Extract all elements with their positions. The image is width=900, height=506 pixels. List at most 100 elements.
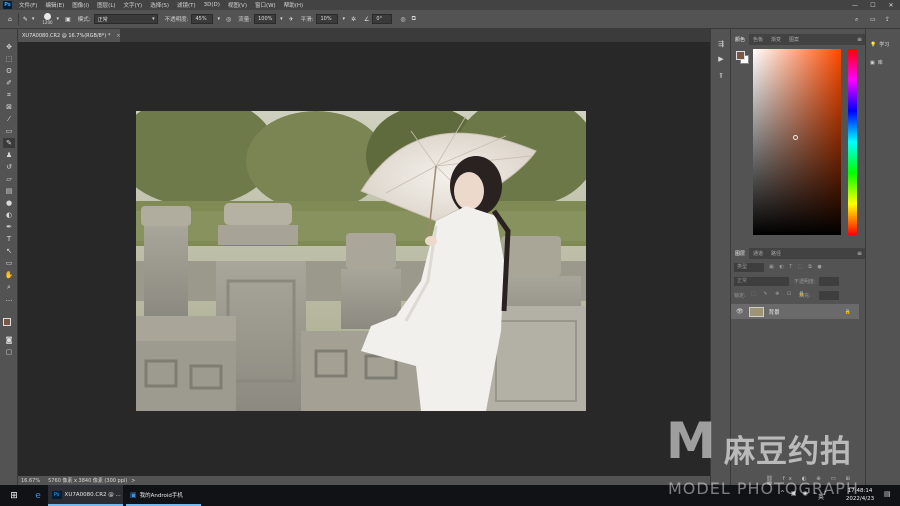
- dropdown-chevron-icon[interactable]: ▾: [217, 13, 220, 26]
- chevron-down-icon: ▾: [152, 16, 155, 22]
- layer-opacity-input[interactable]: [819, 277, 839, 286]
- menu-image[interactable]: 图像(I): [68, 1, 93, 9]
- gear-icon[interactable]: ✲: [351, 13, 356, 26]
- mode-select[interactable]: 正常 ▾: [93, 14, 158, 24]
- search-icon[interactable]: ⌕: [855, 13, 858, 26]
- flow-input[interactable]: 100%: [254, 14, 277, 24]
- document-image[interactable]: [136, 111, 586, 411]
- symmetry-icon[interactable]: ⧉: [412, 13, 416, 26]
- brush-tool-icon[interactable]: ✎: [3, 138, 15, 148]
- tab-swatches[interactable]: 色板: [749, 34, 767, 45]
- menu-view[interactable]: 视图(V): [224, 1, 251, 9]
- menu-edit[interactable]: 编辑(E): [41, 1, 68, 9]
- quick-mask-icon[interactable]: ◙: [3, 335, 15, 345]
- menu-window[interactable]: 窗口(W): [251, 1, 280, 9]
- menu-type[interactable]: 文字(Y): [120, 1, 147, 9]
- dropdown-chevron-icon[interactable]: ▾: [342, 13, 345, 26]
- healing-brush-tool-icon[interactable]: ▭: [3, 126, 15, 136]
- share-icon[interactable]: ⇪: [885, 13, 890, 26]
- taskbar-clock[interactable]: 17:48:14 2022/4/23: [840, 487, 880, 503]
- dodge-tool-icon[interactable]: ◐: [3, 210, 15, 220]
- frame-tool-icon[interactable]: ⊠: [3, 102, 15, 112]
- properties-panel-icon[interactable]: ⫪: [715, 71, 727, 81]
- layer-actions-icons[interactable]: ⛓ fx ◐ ⊕ ▭ ⊞ 🗑: [766, 476, 861, 488]
- taskbar-photoshop-app[interactable]: Ps XU7A0080.CR2 @ ...: [48, 485, 123, 506]
- layer-row-background[interactable]: 👁 背景 🔒: [731, 304, 859, 319]
- zoom-tool-icon[interactable]: ⌕: [3, 282, 15, 292]
- layer-filter-icons[interactable]: ▣ ◐ T ⬚ ⧉ ●: [769, 263, 859, 272]
- maximize-button[interactable]: ☐: [864, 0, 882, 10]
- minimize-button[interactable]: —: [846, 0, 864, 10]
- zoom-level[interactable]: 16.67%: [21, 478, 40, 484]
- menu-file[interactable]: 文件(F): [15, 1, 41, 9]
- brush-preset-picker[interactable]: 1200: [42, 13, 53, 25]
- library-panel-button[interactable]: ▣ 库: [870, 59, 883, 67]
- quick-select-tool-icon[interactable]: ✐: [3, 78, 15, 88]
- airbrush-icon[interactable]: ✈: [289, 13, 294, 26]
- tab-channels[interactable]: 通道: [749, 248, 767, 259]
- notification-icon[interactable]: ▤: [884, 490, 891, 498]
- dropdown-chevron-icon[interactable]: ▾: [57, 13, 60, 26]
- edge-browser-icon[interactable]: e: [28, 485, 48, 506]
- eraser-tool-icon[interactable]: ▱: [3, 174, 15, 184]
- close-tab-icon[interactable]: ×: [116, 33, 120, 39]
- gradient-tool-icon[interactable]: ▤: [3, 186, 15, 196]
- dropdown-chevron-icon[interactable]: ▾: [280, 13, 283, 26]
- fill-input[interactable]: [819, 291, 839, 300]
- pen-tool-icon[interactable]: ✒: [3, 222, 15, 232]
- menu-3d[interactable]: 3D(D): [200, 2, 224, 8]
- rectangle-tool-icon[interactable]: ▭: [3, 258, 15, 268]
- marquee-tool-icon[interactable]: ⬚: [3, 54, 15, 64]
- color-field[interactable]: [753, 49, 841, 235]
- eye-icon[interactable]: 👁: [736, 308, 744, 315]
- learn-panel-button[interactable]: 💡 学习: [870, 41, 889, 49]
- menu-filter[interactable]: 滤镜(T): [173, 1, 200, 9]
- brush-settings-icon[interactable]: ▣: [65, 13, 71, 26]
- smoothing-value: 10%: [320, 16, 332, 22]
- more-tools-icon[interactable]: …: [3, 294, 15, 304]
- home-icon[interactable]: ⌂: [8, 13, 12, 26]
- smoothing-input[interactable]: 10%: [316, 14, 339, 24]
- move-tool-icon[interactable]: ✥: [3, 42, 15, 52]
- angle-input[interactable]: 0°: [372, 14, 393, 24]
- status-bar: 16.67% 5760 像素 x 3840 像素 (300 ppi) >: [18, 476, 710, 485]
- foreground-color-swatch[interactable]: [3, 318, 11, 326]
- lasso-tool-icon[interactable]: ʘ: [3, 66, 15, 76]
- status-menu-arrow-icon[interactable]: >: [131, 478, 135, 484]
- tab-gradients[interactable]: 渐变: [767, 34, 785, 45]
- close-window-button[interactable]: ✕: [882, 0, 900, 10]
- history-brush-tool-icon[interactable]: ↺: [3, 162, 15, 172]
- taskbar-phone-app[interactable]: ▣ 我的Android手机: [126, 485, 201, 506]
- clone-stamp-tool-icon[interactable]: ♟: [3, 150, 15, 160]
- dropdown-chevron-icon[interactable]: ▾: [32, 13, 35, 26]
- tab-color[interactable]: 颜色: [731, 34, 750, 45]
- menu-select[interactable]: 选择(S): [146, 1, 173, 9]
- actions-panel-icon[interactable]: ▶: [715, 54, 727, 64]
- eyedropper-tool-icon[interactable]: ⁄: [3, 114, 15, 124]
- brush-tool-icon[interactable]: ✎: [23, 13, 28, 26]
- path-select-tool-icon[interactable]: ↖: [3, 246, 15, 256]
- color-panel-tabs: 颜色 色板 渐变 图案 ≡: [731, 34, 866, 45]
- type-tool-icon[interactable]: T: [3, 234, 15, 244]
- pressure-opacity-icon[interactable]: ◎: [226, 13, 231, 26]
- tab-paths[interactable]: 路径: [767, 248, 785, 259]
- document-tab[interactable]: XU7A0080.CR2 @ 16.7%(RGB/8*) * ×: [18, 29, 121, 42]
- blend-mode-select[interactable]: 正常: [734, 277, 789, 286]
- tab-patterns[interactable]: 图案: [785, 34, 803, 45]
- screen-mode-icon[interactable]: ▢: [3, 347, 15, 357]
- windows-start-icon[interactable]: ⊞: [0, 485, 28, 506]
- hand-tool-icon[interactable]: ✋: [3, 270, 15, 280]
- opacity-input[interactable]: 45%: [191, 14, 214, 24]
- menu-help[interactable]: 帮助(H): [280, 1, 307, 9]
- input-language[interactable]: 英: [818, 492, 824, 501]
- workspace-icon[interactable]: ▭: [870, 13, 876, 26]
- blur-tool-icon[interactable]: ●: [3, 198, 15, 208]
- layer-kind-filter[interactable]: 类型: [734, 263, 764, 272]
- crop-tool-icon[interactable]: ⌗: [3, 90, 15, 100]
- menu-layer[interactable]: 图层(L): [93, 1, 119, 9]
- history-panel-icon[interactable]: ⇶: [715, 39, 727, 49]
- tab-layers[interactable]: 图层: [731, 248, 750, 259]
- pressure-size-icon[interactable]: ◎: [400, 13, 405, 26]
- foreground-swatch[interactable]: [736, 51, 745, 60]
- hue-slider[interactable]: [848, 49, 857, 235]
